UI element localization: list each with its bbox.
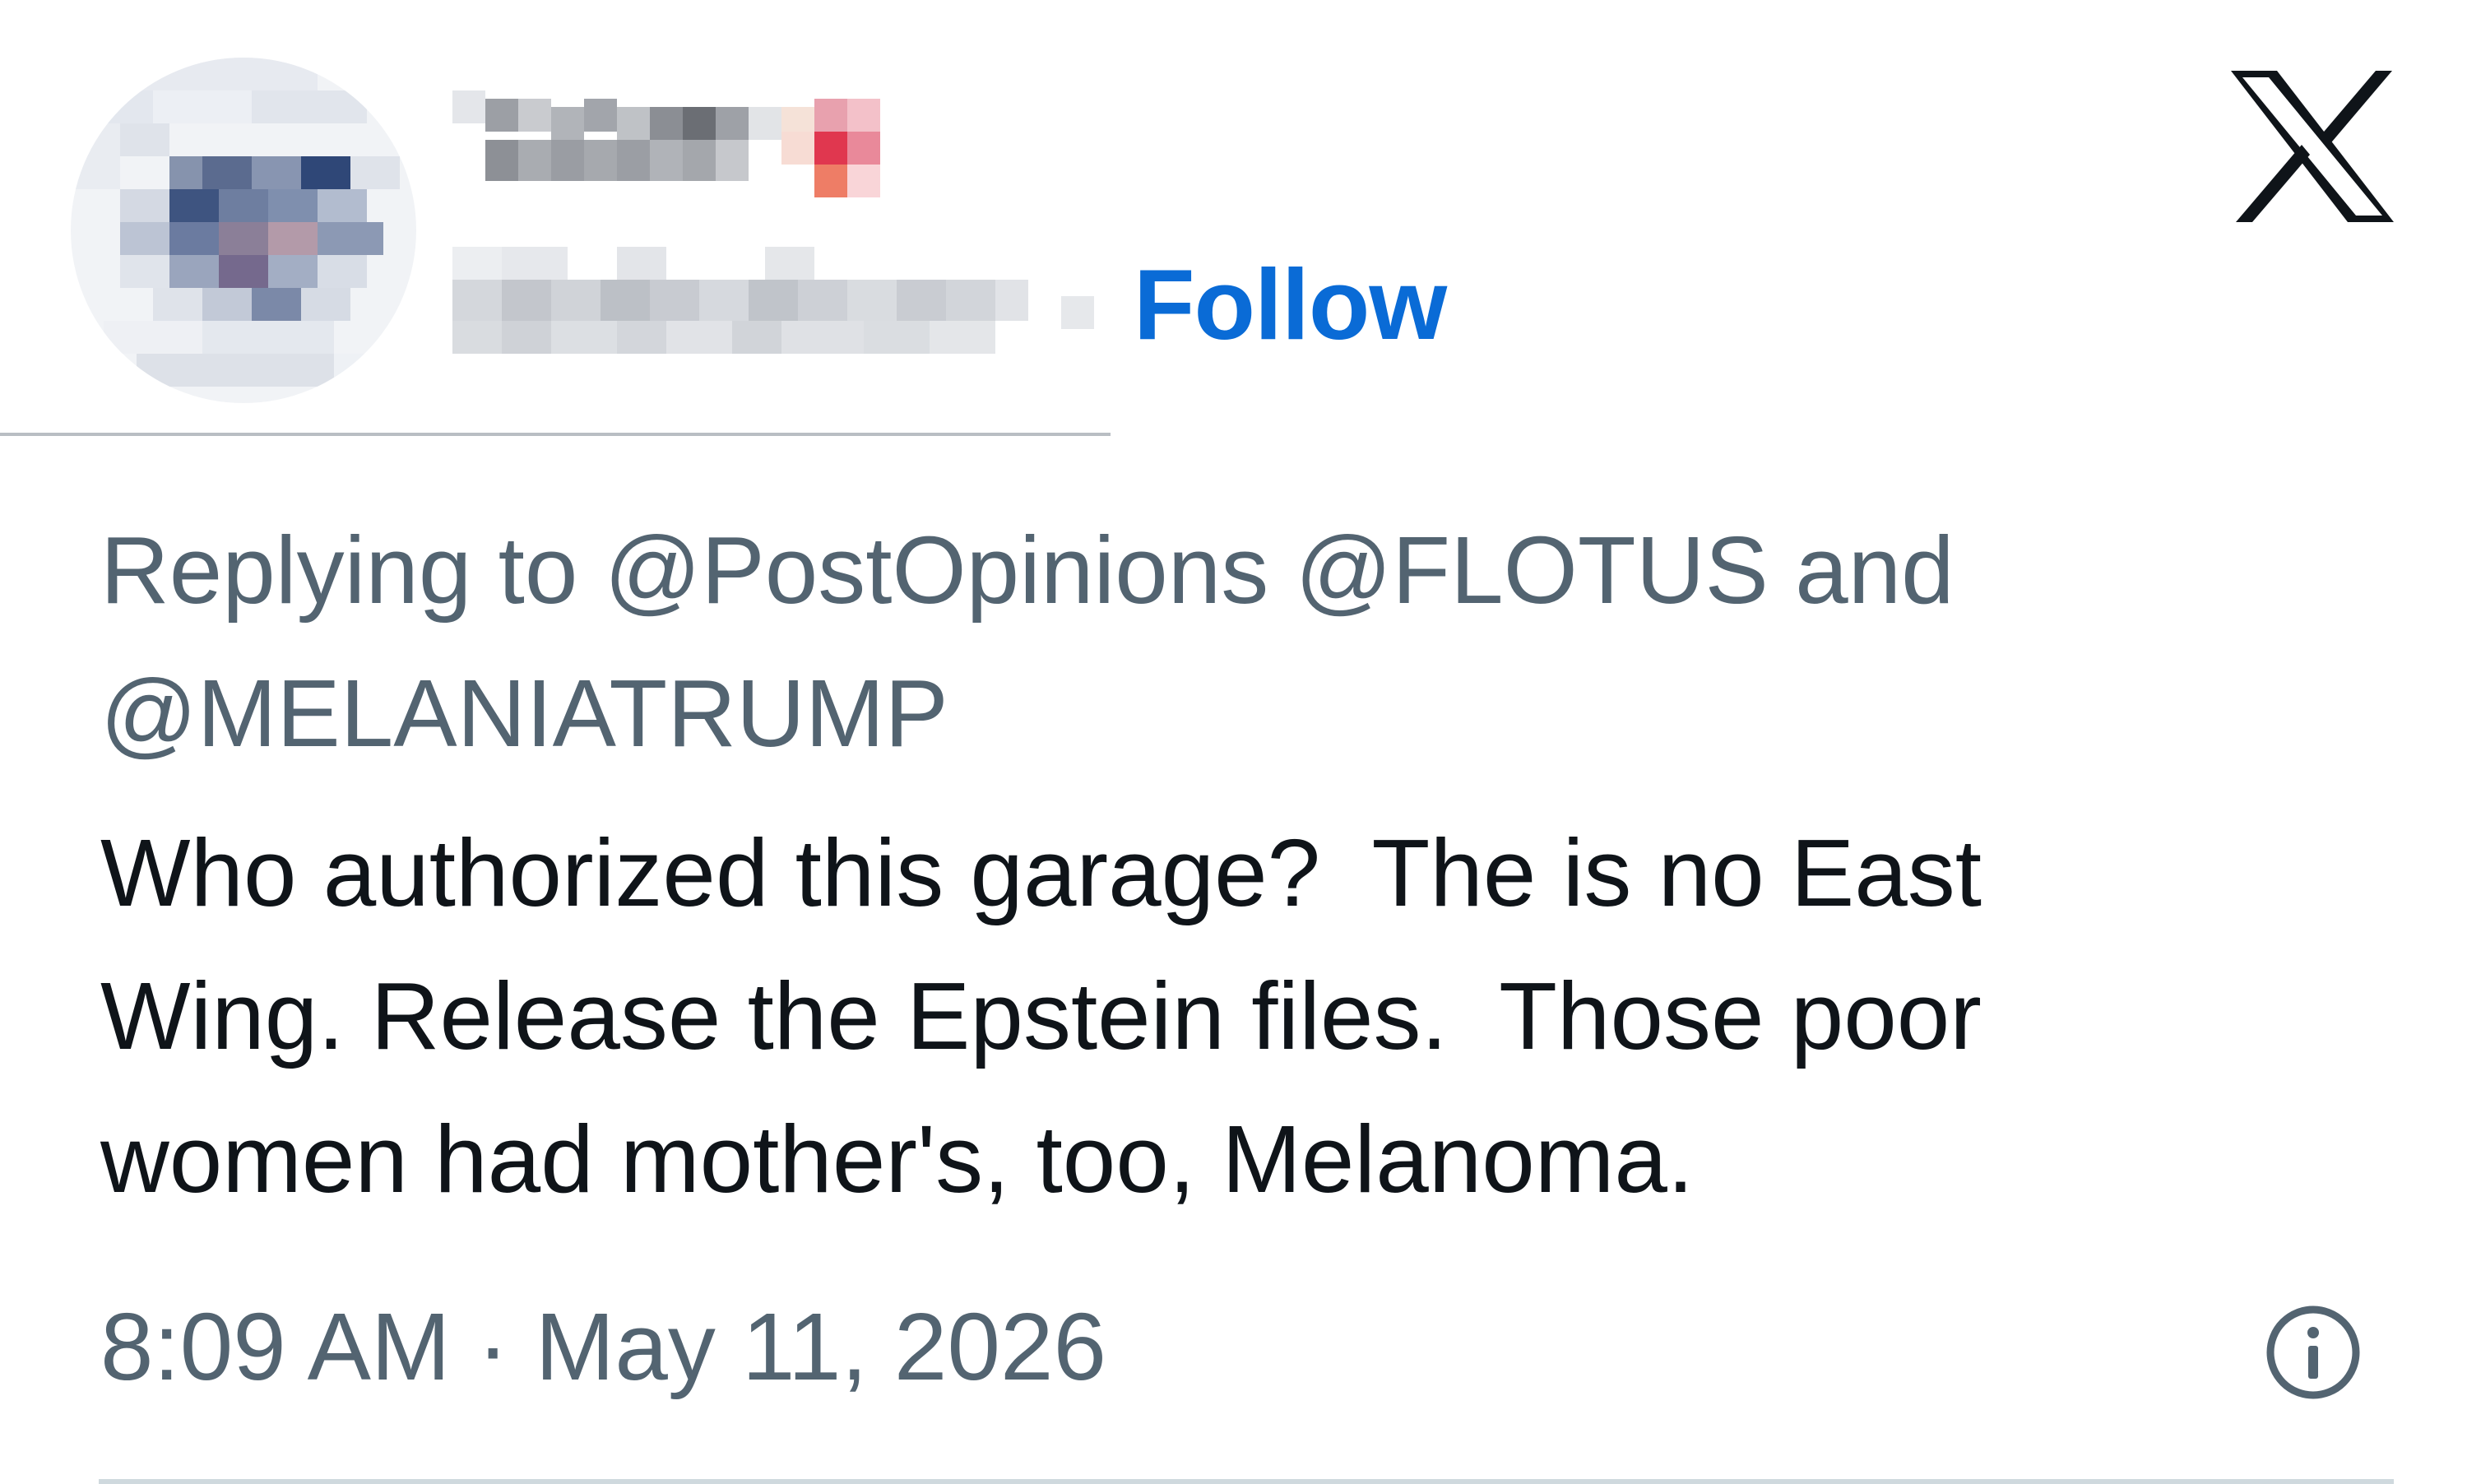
- mention-postopinions[interactable]: @PostOpinions: [605, 517, 1269, 624]
- display-name-blurred[interactable]: [452, 90, 946, 214]
- tweet-card: Follow Replying to @PostOpinions @FLOTUS…: [0, 0, 2467, 1484]
- tweet-text-line-3: women had mother's, too, Melanoma.: [100, 1106, 1695, 1213]
- user-handle-blurred[interactable]: [452, 247, 1094, 362]
- reply-context: Replying to @PostOpinions @FLOTUS and @M…: [100, 499, 2239, 785]
- header-divider: [0, 433, 1111, 436]
- tweet-text-line-2: Wing. Release the Epstein files. Those p…: [100, 962, 1982, 1069]
- reply-conjunction: and: [1768, 517, 1981, 624]
- mention-melaniatrump[interactable]: @MELANIATRUMP: [100, 660, 948, 767]
- display-name-pixelated: [452, 90, 880, 197]
- bottom-divider: [99, 1479, 2394, 1484]
- reply-prefix: Replying to: [100, 517, 605, 624]
- tweet-timestamp[interactable]: 8:09 AM · May 11, 2026: [100, 1285, 1106, 1408]
- tweet-text-line-1: Who authorized this garage? The is no Ea…: [100, 819, 1982, 926]
- follow-button[interactable]: Follow: [1134, 247, 1447, 362]
- user-handle-pixelated: [452, 247, 1094, 354]
- avatar-pixelated-image: [71, 58, 416, 403]
- x-logo-icon[interactable]: [2231, 71, 2394, 222]
- mention-flotus[interactable]: @FLOTUS: [1296, 517, 1769, 624]
- avatar[interactable]: [71, 58, 416, 403]
- tweet-text: Who authorized this garage? The is no Ea…: [100, 801, 2321, 1231]
- info-icon[interactable]: [2264, 1303, 2363, 1402]
